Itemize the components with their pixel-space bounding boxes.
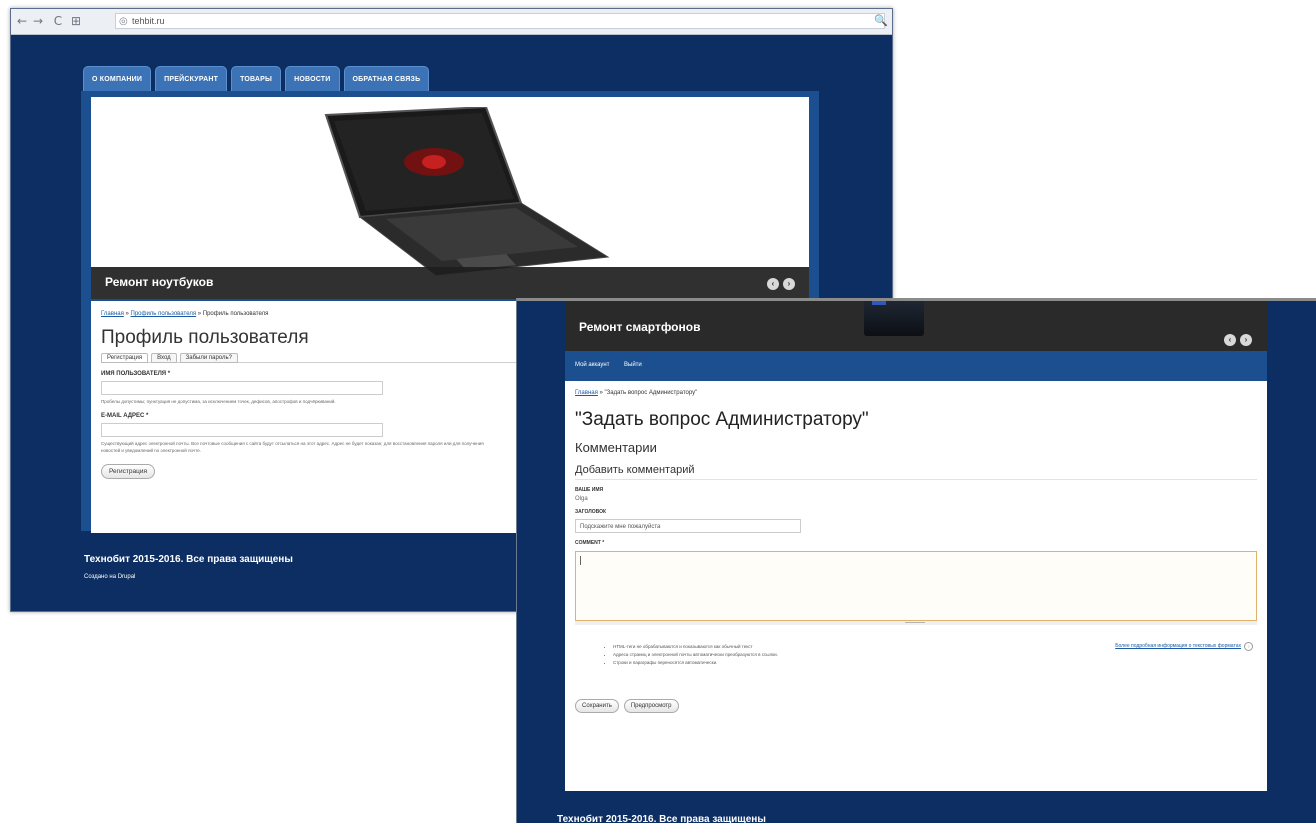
back-arrow-icon[interactable]: ← — [15, 12, 29, 30]
slide-next-icon[interactable]: › — [1240, 334, 1252, 346]
laptop-image — [316, 105, 611, 277]
breadcrumb-current: "Задать вопрос Администратору" — [604, 390, 698, 396]
format-tip: Строки и параграфы переносятся автоматич… — [613, 659, 1257, 667]
image-slider: Ремонт смартфонов ‹ › — [565, 301, 1267, 351]
email-hint: Существующий адрес электронной почты. Вс… — [101, 441, 484, 453]
comments-heading: Комментарии — [575, 440, 657, 455]
slide-caption-bar: Ремонт ноутбуков ‹ › — [91, 267, 809, 299]
menu-item-products[interactable]: ТОВАРЫ — [231, 66, 282, 92]
my-account-link[interactable]: Мой аккаунт — [575, 362, 609, 368]
breadcrumb-home-link[interactable]: Главная — [101, 311, 124, 317]
address-bar[interactable]: ◎ tehbit.ru — [115, 13, 885, 29]
forward-arrow-icon[interactable]: → — [31, 12, 45, 30]
address-text: tehbit.ru — [132, 16, 165, 26]
format-info-link[interactable]: Более подробная информация о текстовых ф… — [1115, 643, 1241, 649]
name-label: ВАШЕ ИМЯ — [575, 487, 604, 493]
footer-copyright: Технобит 2015-2016. Все права защищены — [84, 554, 293, 565]
email-input[interactable] — [101, 423, 383, 437]
slide-prev-icon[interactable]: ‹ — [767, 278, 779, 290]
tab-register[interactable]: Регистрация — [101, 353, 149, 363]
reload-icon[interactable]: C — [51, 12, 65, 30]
username-hint: Пробелы допустимы; пунктуация не допусти… — [101, 399, 336, 404]
footer-copyright: Технобит 2015-2016. Все права защищены — [557, 814, 766, 823]
textarea-resize-handle[interactable] — [575, 621, 1257, 625]
tab-login[interactable]: Вход — [151, 353, 177, 363]
site-info-icon[interactable]: ◎ — [119, 15, 128, 29]
slide-caption: Ремонт смартфонов — [579, 320, 701, 334]
add-comment-heading: Добавить комментарий — [575, 464, 1257, 480]
footer-credit[interactable]: Создано на Drupal — [84, 574, 135, 580]
help-icon[interactable]: ? — [1244, 642, 1253, 651]
username-input[interactable] — [101, 381, 383, 395]
main-content: Главная » "Задать вопрос Администратору"… — [565, 381, 1267, 791]
format-tip: Адреса страниц и электронной почты автом… — [613, 651, 1257, 659]
slider-controls: ‹ › — [767, 278, 795, 290]
menu-item-feedback[interactable]: ОБРАТНАЯ СВЯЗЬ — [343, 66, 430, 92]
smartphone-image — [864, 301, 924, 336]
slide-caption: Ремонт ноутбуков — [105, 275, 214, 289]
main-menu: О КОМПАНИИ ПРЕЙСКУРАНТ ТОВАРЫ НОВОСТИ ОБ… — [83, 66, 430, 92]
apps-icon[interactable]: ⊞ — [69, 12, 83, 30]
menu-item-about[interactable]: О КОМПАНИИ — [83, 66, 152, 92]
comment-textarea[interactable] — [575, 551, 1257, 621]
name-value: Olga — [575, 496, 588, 502]
preview-button[interactable]: Предпросмотр — [623, 699, 679, 713]
breadcrumb-current: Профиль пользователя — [202, 311, 269, 317]
tab-forgot-password[interactable]: Забыли пароль? — [179, 353, 238, 363]
breadcrumb-separator: » — [597, 390, 605, 396]
format-tips: HTML-теги не обрабатываются и показывают… — [575, 642, 1257, 683]
resize-grip-icon — [905, 622, 925, 623]
breadcrumb: Главная » "Задать вопрос Администратору" — [575, 390, 1257, 396]
breadcrumb-separator: » — [123, 311, 131, 317]
breadcrumb-home-link[interactable]: Главная — [575, 390, 598, 396]
user-menu: Мой аккаунт Выйти — [565, 351, 1267, 381]
comment-label: COMMENT * — [575, 540, 605, 546]
image-slider: Ремонт ноутбуков ‹ › — [91, 97, 809, 299]
page-title: "Задать вопрос Администратору" — [575, 409, 869, 430]
smartphone-accent — [872, 301, 886, 305]
logout-link[interactable]: Выйти — [624, 362, 642, 368]
menu-item-pricelist[interactable]: ПРЕЙСКУРАНТ — [155, 66, 228, 92]
text-cursor — [580, 556, 581, 565]
subject-input[interactable]: Подскажите мне пожалуйста — [575, 519, 801, 533]
slide-next-icon[interactable]: › — [783, 278, 795, 290]
front-window: Ремонт смартфонов ‹ › Мой аккаунт Выйти … — [516, 298, 1316, 823]
browser-toolbar: ← → C ⊞ ◎ tehbit.ru 🔍 — [11, 9, 892, 35]
save-button[interactable]: Сохранить — [575, 699, 619, 713]
search-icon[interactable]: 🔍 — [873, 12, 889, 30]
breadcrumb-profile-link[interactable]: Профиль пользователя — [131, 311, 197, 317]
breadcrumb-separator: » — [196, 311, 203, 317]
slider-controls: ‹ › — [1224, 334, 1252, 346]
menu-item-news[interactable]: НОВОСТИ — [285, 66, 340, 92]
register-button[interactable]: Регистрация — [101, 464, 155, 479]
slide-prev-icon[interactable]: ‹ — [1224, 334, 1236, 346]
form-actions: Сохранить Предпросмотр — [575, 699, 1257, 713]
subject-label: ЗАГОЛОВОК — [575, 509, 607, 515]
